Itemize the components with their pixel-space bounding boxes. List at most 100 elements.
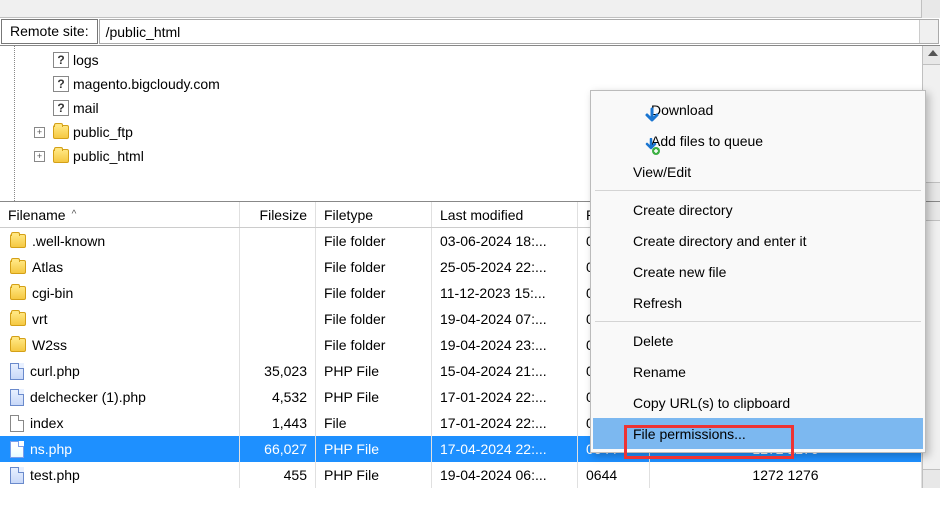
cell-filetype: PHP File bbox=[316, 384, 432, 410]
cell-filetype: File folder bbox=[316, 228, 432, 254]
add-queue-icon bbox=[643, 138, 661, 156]
menu-item-label: Rename bbox=[633, 364, 686, 380]
column-header-filetype[interactable]: Filetype bbox=[316, 202, 432, 227]
column-header-filename[interactable]: Filename ^ bbox=[0, 202, 240, 227]
filename-text: index bbox=[30, 415, 63, 431]
remote-path-text: /public_html bbox=[106, 24, 181, 40]
table-row[interactable]: test.php455PHP File19-04-2024 06:...0644… bbox=[0, 462, 922, 488]
context-menu[interactable]: DownloadAdd files to queue View/Edit Creat… bbox=[590, 90, 926, 453]
filename-text: W2ss bbox=[32, 337, 67, 353]
column-label: Last modified bbox=[440, 207, 523, 223]
remote-site-bar: Remote site: /public_html bbox=[0, 18, 940, 46]
folder-icon bbox=[53, 149, 69, 163]
cell-filetype: File folder bbox=[316, 306, 432, 332]
menu-item[interactable]: File permissions... bbox=[593, 418, 923, 449]
filename-text: delchecker (1).php bbox=[30, 389, 146, 405]
menu-item[interactable]: Create directory and enter it bbox=[593, 225, 923, 256]
filename-text: .well-known bbox=[32, 233, 105, 249]
tree-expander[interactable]: + bbox=[34, 151, 45, 162]
cell-filesize bbox=[240, 280, 316, 306]
menu-separator bbox=[595, 321, 921, 322]
tree-connector-lines bbox=[14, 46, 15, 201]
remote-site-path-input[interactable]: /public_html bbox=[99, 19, 939, 44]
tree-item-label: mail bbox=[73, 100, 99, 116]
menu-item-label: Create directory bbox=[633, 202, 733, 218]
cell-filetype: File folder bbox=[316, 332, 432, 358]
chevron-down-icon[interactable] bbox=[924, 27, 934, 33]
filename-text: ns.php bbox=[30, 441, 72, 457]
cell-modified: 25-05-2024 22:... bbox=[432, 254, 578, 280]
menu-item[interactable]: Copy URL(s) to clipboard bbox=[593, 387, 923, 418]
php-file-icon bbox=[10, 363, 24, 380]
cell-filetype: PHP File bbox=[316, 436, 432, 462]
folder-icon bbox=[10, 338, 26, 352]
menu-item[interactable]: View/Edit bbox=[593, 156, 923, 187]
column-header-filesize[interactable]: Filesize bbox=[240, 202, 316, 227]
tree-item-label: public_html bbox=[73, 148, 144, 164]
cell-filename: .well-known bbox=[0, 228, 240, 254]
chevron-down-icon bbox=[928, 191, 938, 197]
menu-item[interactable]: Create new file bbox=[593, 256, 923, 287]
menu-item[interactable]: Rename bbox=[593, 356, 923, 387]
unknown-icon: ? bbox=[53, 100, 69, 116]
menu-item-label: View/Edit bbox=[633, 164, 691, 180]
tree-expander[interactable]: + bbox=[34, 127, 45, 138]
menu-item[interactable]: Refresh bbox=[593, 287, 923, 318]
cell-filename: ns.php bbox=[0, 436, 240, 462]
folder-icon bbox=[10, 234, 26, 248]
cell-modified: 19-04-2024 07:... bbox=[432, 306, 578, 332]
cell-modified: 17-01-2024 22:... bbox=[432, 384, 578, 410]
remote-site-label: Remote site: bbox=[1, 19, 98, 44]
cell-filesize bbox=[240, 228, 316, 254]
tree-item-label: public_ftp bbox=[73, 124, 133, 140]
tree-item-label: magento.bigcloudy.com bbox=[73, 76, 220, 92]
cell-filetype: File folder bbox=[316, 254, 432, 280]
cell-modified: 17-01-2024 22:... bbox=[432, 410, 578, 436]
menu-item[interactable]: Download bbox=[593, 94, 923, 125]
unknown-icon: ? bbox=[53, 52, 69, 68]
php-file-icon bbox=[10, 467, 24, 484]
filename-text: curl.php bbox=[30, 363, 80, 379]
cell-modified: 15-04-2024 21:... bbox=[432, 358, 578, 384]
folder-icon bbox=[10, 286, 26, 300]
tree-item-label: logs bbox=[73, 52, 99, 68]
cell-modified: 11-12-2023 15:... bbox=[432, 280, 578, 306]
cell-filetype: File bbox=[316, 410, 432, 436]
folder-icon bbox=[10, 260, 26, 274]
cell-filesize: 4,532 bbox=[240, 384, 316, 410]
cell-filesize bbox=[240, 254, 316, 280]
cell-filetype: PHP File bbox=[316, 358, 432, 384]
cell-filename: test.php bbox=[0, 462, 240, 488]
menu-item-label: Delete bbox=[633, 333, 673, 349]
cell-filesize bbox=[240, 306, 316, 332]
download-icon bbox=[643, 107, 661, 125]
tree-item[interactable]: ?logs bbox=[34, 48, 922, 72]
top-scrollbar[interactable] bbox=[0, 0, 940, 18]
column-header-modified[interactable]: Last modified bbox=[432, 202, 578, 227]
php-file-icon bbox=[10, 389, 24, 406]
cell-modified: 03-06-2024 18:... bbox=[432, 228, 578, 254]
cell-filesize: 1,443 bbox=[240, 410, 316, 436]
file-icon bbox=[10, 415, 24, 432]
cell-permissions: 0644 bbox=[578, 462, 650, 488]
unknown-icon: ? bbox=[53, 76, 69, 92]
menu-item[interactable]: Delete bbox=[593, 325, 923, 356]
menu-item[interactable]: Add files to queue bbox=[593, 125, 923, 156]
sort-ascending-icon: ^ bbox=[72, 209, 77, 220]
menu-item[interactable]: Create directory bbox=[593, 194, 923, 225]
menu-item-label: File permissions... bbox=[633, 426, 746, 442]
filename-text: test.php bbox=[30, 467, 80, 483]
cell-filename: delchecker (1).php bbox=[0, 384, 240, 410]
menu-separator bbox=[595, 190, 921, 191]
cell-filesize: 66,027 bbox=[240, 436, 316, 462]
filename-text: cgi-bin bbox=[32, 285, 73, 301]
cell-filetype: PHP File bbox=[316, 462, 432, 488]
folder-icon bbox=[53, 125, 69, 139]
cell-filename: W2ss bbox=[0, 332, 240, 358]
menu-item-label: Refresh bbox=[633, 295, 682, 311]
menu-item-label: Create new file bbox=[633, 264, 726, 280]
cell-modified: 17-04-2024 22:... bbox=[432, 436, 578, 462]
filename-text: Atlas bbox=[32, 259, 63, 275]
folder-icon bbox=[10, 312, 26, 326]
chevron-down-icon bbox=[925, 3, 935, 9]
